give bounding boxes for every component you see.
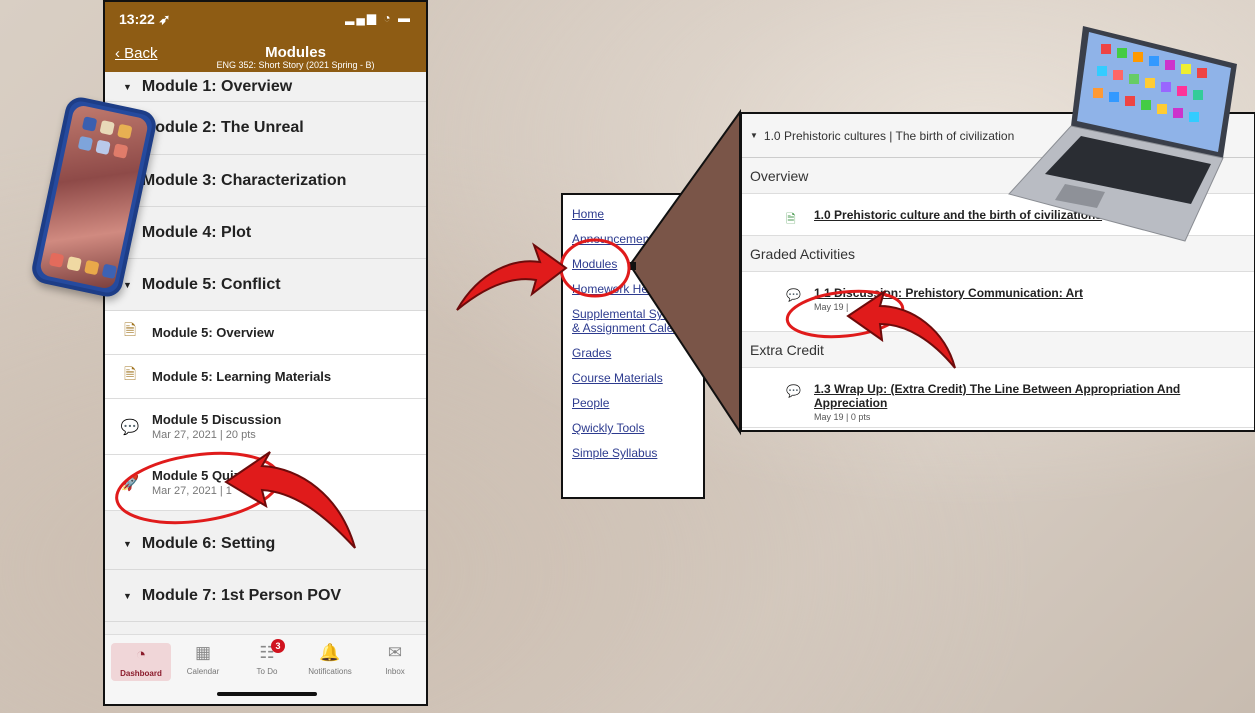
app-icon (1177, 86, 1187, 96)
app-icon (1161, 82, 1171, 92)
app-icon (1181, 64, 1191, 74)
module-header-6[interactable]: ▼ Module 6: Setting (105, 518, 426, 570)
app-icon (1149, 56, 1159, 66)
app-icon (1173, 108, 1183, 118)
module-item-overview[interactable]: 🗎 Module 5: Overview (105, 311, 426, 355)
page-icon: 🗎 (123, 322, 137, 339)
caret-down-icon: ▼ (123, 279, 132, 290)
nav-link-homework-help[interactable]: Homework Help (572, 282, 703, 296)
calendar-icon: ▦ (194, 643, 212, 662)
module-item-discussion[interactable]: 💬 Module 5 Discussion Mar 27, 2021 | 20 … (105, 399, 426, 455)
nav-subtitle: ENG 352: Short Story (2021 Spring - B) (216, 60, 375, 70)
app-icon (1165, 60, 1175, 70)
rocket-icon: 🚀 (120, 474, 140, 492)
app-icon (1133, 52, 1143, 62)
app-icon (84, 259, 100, 276)
status-icons: ▂▄▆ ◔ ▬ (345, 11, 412, 25)
nav-link-grades[interactable]: Grades (572, 346, 703, 360)
page-icon: 🗎 (786, 212, 796, 226)
tab-dashboard[interactable]: ◔ Dashboard (111, 643, 171, 681)
module-header-3[interactable]: ▼Module 3: Characterization (105, 155, 426, 207)
tab-todo[interactable]: ☷ 3 To Do (237, 639, 297, 676)
envelope-icon: ✉ (387, 643, 403, 662)
app-icon (81, 116, 98, 132)
caret-down-icon: ▼ (123, 538, 132, 549)
app-icon (1109, 92, 1119, 102)
todo-badge: 3 (271, 639, 285, 653)
nav-link-simple-syllabus[interactable]: Simple Syllabus (572, 446, 703, 460)
caret-down-icon: ▼ (750, 131, 758, 140)
discussion-icon: 💬 (786, 384, 801, 398)
app-icon (112, 143, 129, 159)
nav-link-supplemental-syllabus[interactable]: Supplemental Syllabus & Assignment Calen… (572, 307, 703, 335)
app-icon (66, 256, 82, 272)
back-label: Back (124, 45, 158, 62)
app-icon (1101, 44, 1111, 54)
nav-link-announcements[interactable]: Announcements (572, 232, 703, 246)
module-header-5[interactable]: ▼ Module 5: Conflict (105, 259, 426, 311)
module-item-discussion-art[interactable]: 💬 1.1 Discussion: Prehistory Communicati… (742, 272, 1254, 332)
bell-icon: 🔔 (319, 643, 341, 662)
app-icon (1145, 78, 1155, 88)
nav-link-modules[interactable]: Modules (572, 257, 703, 271)
app-icon (99, 120, 115, 136)
app-icon (101, 263, 118, 280)
app-icon (1141, 100, 1151, 110)
nav-title: Modules (265, 44, 326, 61)
app-icon (1093, 88, 1103, 98)
section-extra-credit: Extra Credit (742, 332, 1254, 368)
tab-notifications[interactable]: 🔔 Notifications (300, 643, 360, 676)
phone-nav-bar: 13:22 ➶ ▂▄▆ ◔ ▬ ‹ Back Modules ENG 352: … (105, 2, 426, 72)
app-icon (95, 139, 111, 156)
tab-bar: ◔ Dashboard ▦ Calendar ☷ 3 To Do 🔔 Notif… (105, 634, 426, 704)
caret-down-icon: ▼ (123, 590, 132, 601)
app-icon (1193, 90, 1203, 100)
tab-inbox[interactable]: ✉ Inbox (365, 643, 425, 676)
discussion-icon: 💬 (120, 418, 140, 436)
module-header-4[interactable]: ▼Module 4: Plot (105, 207, 426, 259)
app-icon (77, 135, 94, 152)
phone-screenshot: 13:22 ➶ ▂▄▆ ◔ ▬ ‹ Back Modules ENG 352: … (103, 0, 428, 706)
nav-link-people[interactable]: People (572, 396, 703, 410)
module-header-7[interactable]: ▼ Module 7: 1st Person POV (105, 570, 426, 622)
app-icon (1197, 68, 1207, 78)
app-icon (1157, 104, 1167, 114)
status-time: 13:22 ➶ (119, 11, 171, 27)
app-icon (1097, 66, 1107, 76)
module-header-1[interactable]: ▼ Module 1: Overview (105, 72, 426, 102)
laptop-illustration (1008, 26, 1237, 242)
app-icon (1129, 74, 1139, 84)
page-icon: 🗎 (123, 366, 137, 383)
module-item-wrap-up[interactable]: 💬 1.3 Wrap Up: (Extra Credit) The Line B… (742, 368, 1254, 428)
app-icon (117, 123, 133, 140)
course-navigation-menu: Home Announcements Modules Homework Help… (561, 193, 705, 499)
app-icon (1117, 48, 1127, 58)
nav-link-qwickly-tools[interactable]: Qwickly Tools (572, 421, 703, 435)
caret-down-icon: ▼ (123, 81, 132, 92)
todo-icon: ☷ (259, 643, 275, 662)
module-item-quiz[interactable]: 🚀 Module 5 Quiz Mar 27, 2021 | 1 (105, 455, 426, 511)
arrow-to-modules (456, 242, 568, 311)
dashboard-icon: ◔ (135, 645, 147, 664)
tab-calendar[interactable]: ▦ Calendar (173, 643, 233, 676)
app-icon (1189, 112, 1199, 122)
module-item-learning-materials[interactable]: 🗎 Module 5: Learning Materials (105, 355, 426, 399)
back-button[interactable]: ‹ Back (115, 45, 158, 62)
app-icon (1113, 70, 1123, 80)
app-icon (48, 252, 65, 268)
nav-link-home[interactable]: Home (572, 207, 703, 221)
app-icon (1125, 96, 1135, 106)
discussion-icon: 💬 (786, 288, 801, 302)
nav-link-course-materials[interactable]: Course Materials (572, 371, 703, 385)
home-indicator (217, 692, 317, 696)
